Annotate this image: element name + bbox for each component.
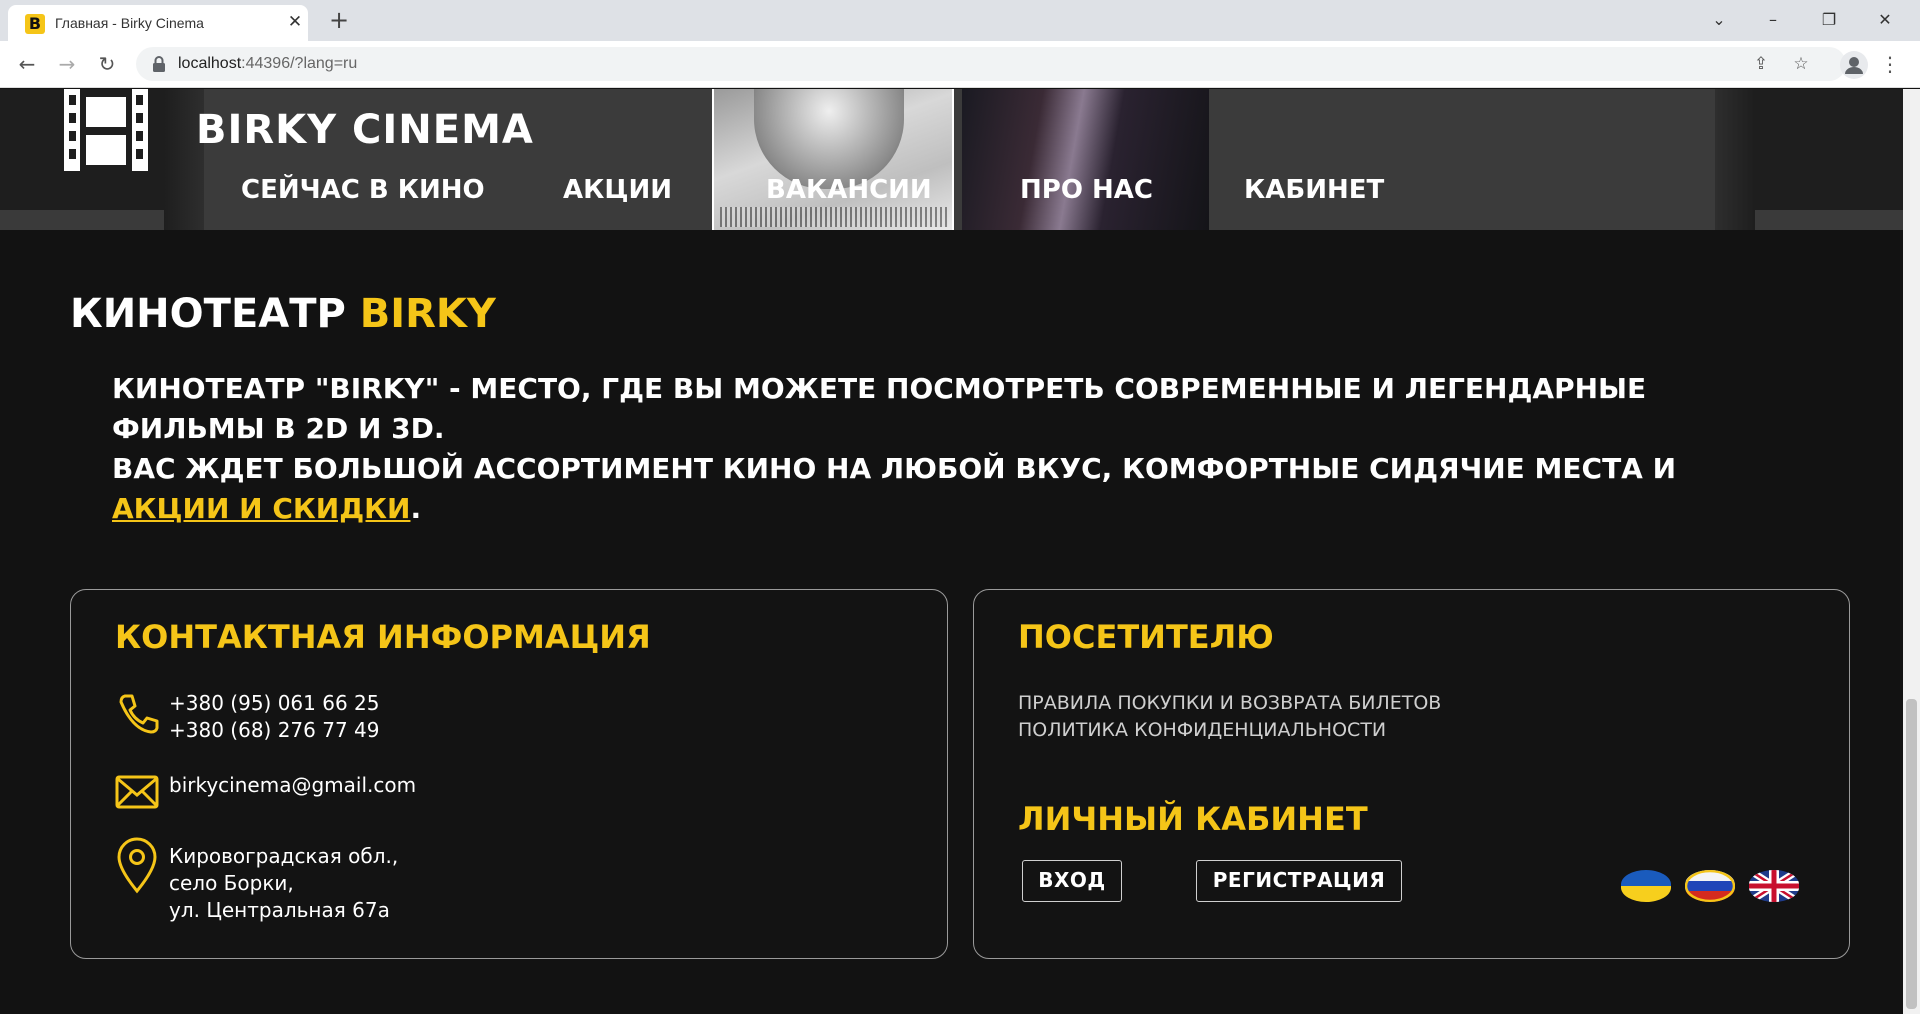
browser-tabstrip: B Главная - Birky Cinema ✕ + ⌄ – ❐ ✕ — [0, 0, 1920, 41]
cabinet-title: ЛИЧНЫЙ КАБИНЕТ — [1018, 800, 1368, 838]
nav-cabinet[interactable]: КАБИНЕТ — [1244, 175, 1384, 205]
lock-icon — [153, 56, 165, 72]
tab-title: Главная - Birky Cinema — [55, 15, 204, 31]
contacts-title: КОНТАКТНАЯ ИНФОРМАЦИЯ — [115, 618, 651, 656]
email-link[interactable]: birkycinema@gmail.com — [169, 772, 416, 799]
intro-line-1: КИНОТЕАТР "BIRKY" - МЕСТО, ГДЕ ВЫ МОЖЕТЕ… — [112, 372, 1647, 445]
profile-avatar[interactable] — [1840, 51, 1868, 79]
forward-icon[interactable]: → — [52, 49, 82, 79]
film-strip-logo-icon[interactable] — [60, 89, 152, 173]
url-text: localhost:44396/?lang=ru — [178, 55, 358, 72]
share-icon[interactable]: ⇪ — [1750, 53, 1772, 75]
address-line-2: село Борки, — [169, 871, 294, 895]
tab-search-icon[interactable]: ⌄ — [1696, 4, 1742, 36]
intro-line-2: ВАС ЖДЕТ БОЛЬШОЙ АССОРТИМЕНТ КИНО НА ЛЮБ… — [112, 452, 1677, 485]
page-viewport: BIRKY CINEMA СЕЙЧАС В КИНО АКЦИИ ВАКАНСИ… — [0, 89, 1920, 1014]
new-tab-button[interactable]: + — [325, 7, 353, 35]
intro-text: КИНОТЕАТР "BIRKY" - МЕСТО, ГДЕ ВЫ МОЖЕТЕ… — [112, 369, 1792, 529]
promotions-link[interactable]: АКЦИИ И СКИДКИ — [112, 492, 410, 525]
nav-about[interactable]: ПРО НАС — [1020, 175, 1153, 205]
address-line-1: Кировоградская обл., — [169, 844, 399, 868]
intro-line-2-end: . — [410, 492, 422, 525]
minimize-button[interactable]: – — [1750, 4, 1796, 36]
restore-button[interactable]: ❐ — [1806, 4, 1852, 36]
page-title: КИНОТЕАТР BIRKY — [70, 291, 496, 337]
phone-1[interactable]: +380 (95) 061 66 25 — [169, 690, 380, 717]
login-button[interactable]: ВХОД — [1022, 860, 1122, 902]
privacy-policy-link[interactable]: ПОЛИТИКА КОНФИДЕНЦИАЛЬНОСТИ — [1018, 719, 1386, 741]
ticket-rules-link[interactable]: ПРАВИЛА ПОКУПКИ И ВОЗВРАТА БИЛЕТОВ — [1018, 692, 1441, 714]
visitor-card: ПОСЕТИТЕЛЮ ПРАВИЛА ПОКУПКИ И ВОЗВРАТА БИ… — [973, 589, 1850, 959]
visitor-title: ПОСЕТИТЕЛЮ — [1018, 618, 1274, 656]
nav-promotions[interactable]: АКЦИИ — [563, 175, 672, 205]
movie-poster-image — [712, 89, 954, 230]
poster-face-image — [754, 89, 904, 189]
bookmark-star-icon[interactable]: ☆ — [1790, 53, 1812, 75]
address-line-3: ул. Центральная 67а — [169, 898, 390, 922]
site-header: BIRKY CINEMA СЕЙЧАС В КИНО АКЦИИ ВАКАНСИ… — [0, 89, 1903, 230]
phone-icon — [119, 694, 159, 734]
close-window-button[interactable]: ✕ — [1862, 4, 1908, 36]
nav-now-showing[interactable]: СЕЙЧАС В КИНО — [241, 175, 485, 205]
location-pin-icon — [117, 837, 157, 894]
poster-strip — [720, 207, 948, 227]
scrollbar-thumb[interactable] — [1906, 699, 1917, 1009]
register-button[interactable]: РЕГИСТРАЦИЯ — [1196, 860, 1402, 902]
browser-menu-icon[interactable]: ⋮ — [1880, 49, 1900, 79]
page-scrollbar[interactable] — [1903, 89, 1920, 1014]
site-brand[interactable]: BIRKY CINEMA — [196, 107, 534, 153]
back-icon[interactable]: ← — [12, 49, 42, 79]
profile-icon — [1845, 57, 1863, 74]
russia-flag-icon[interactable] — [1685, 870, 1735, 902]
movie-poster-image — [962, 89, 1209, 230]
browser-toolbar: ← → ↻ localhost:44396/?lang=ru ⇪ ☆ ⋮ — [0, 41, 1920, 88]
reload-icon[interactable]: ↻ — [92, 49, 122, 79]
close-tab-icon[interactable]: ✕ — [284, 11, 306, 33]
mail-icon — [115, 775, 159, 809]
address-bar[interactable]: localhost:44396/?lang=ru ⇪ ☆ — [136, 47, 1846, 81]
banner-edge-right — [1715, 89, 1755, 230]
ukraine-flag-icon[interactable] — [1621, 870, 1671, 902]
nav-vacancies[interactable]: ВАКАНСИИ — [766, 175, 932, 205]
uk-flag-icon[interactable] — [1749, 870, 1799, 902]
favicon-icon: B — [25, 14, 45, 34]
phone-2[interactable]: +380 (68) 276 77 49 — [169, 717, 380, 744]
contacts-card: КОНТАКТНАЯ ИНФОРМАЦИЯ +380 (95) 061 66 2… — [70, 589, 948, 959]
browser-tab[interactable]: B Главная - Birky Cinema ✕ — [8, 5, 308, 41]
